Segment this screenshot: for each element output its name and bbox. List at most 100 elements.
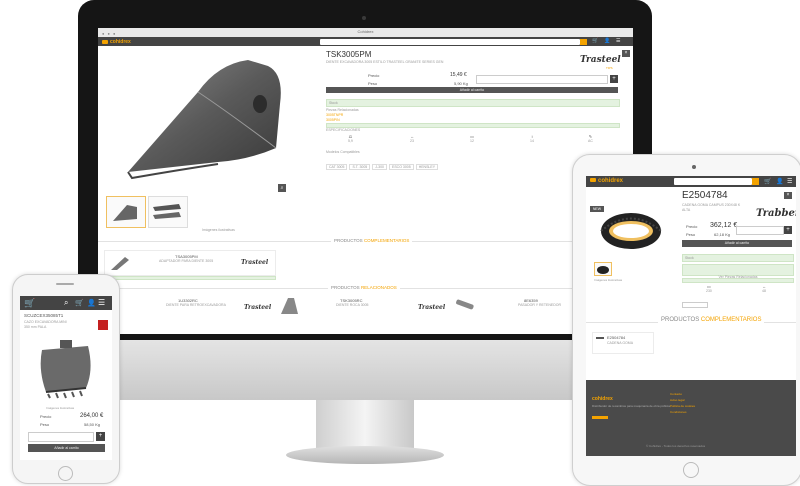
spec-value: 12: [470, 139, 474, 143]
thumbnail-tooth-icon: [113, 205, 137, 221]
thumbnail-teeth-icon: [153, 204, 181, 219]
complementary-card[interactable]: TSA3005PM ADAPTADOR PARA DIENTE 3005 Tra…: [104, 250, 276, 276]
tablet-add-quantity-button[interactable]: +: [784, 226, 792, 234]
thumbnail-2[interactable]: [148, 196, 188, 228]
cart-icon[interactable]: 🛒: [764, 178, 771, 185]
phone-image-caption: Imágenes ilustrativas: [46, 406, 75, 410]
cart-icon[interactable]: 🛒: [75, 299, 84, 307]
phone-home-button[interactable]: [58, 466, 73, 481]
tablet-header: cohidrex 🛒 👤 ☰: [586, 176, 796, 187]
tablet-brand-logo: Trabber: [756, 208, 796, 219]
compatible-label: Modelos Compatibles: [326, 150, 360, 154]
tablet-complementary-code: E2504784: [607, 335, 626, 340]
imac-chin: [78, 340, 652, 400]
footer-logo[interactable]: cohidrex: [592, 396, 613, 402]
brand-tag: TIPS: [606, 66, 613, 70]
menu-icon[interactable]: ☰: [787, 178, 792, 185]
tag[interactable]: S.T. 3005: [349, 164, 371, 170]
tablet-logo[interactable]: cohidrex: [590, 178, 623, 184]
tablet-search-input[interactable]: [674, 178, 752, 185]
footer-link[interactable]: Aviso legal: [670, 398, 684, 402]
tablet-complementary-desc: CADENA GOMA: [607, 341, 634, 345]
tag[interactable]: J-300: [372, 164, 387, 170]
user-icon[interactable]: 👤: [87, 299, 96, 307]
price-value: 15,49 €: [450, 72, 467, 78]
phone-add-to-cart-button[interactable]: Añadir al carrito: [28, 444, 105, 452]
related-brand: Trasteel: [418, 304, 446, 311]
spec-material: ✎ AC: [588, 134, 593, 143]
phone-quantity-input[interactable]: [28, 432, 94, 442]
brand-logo-trasteel: Trasteel: [580, 55, 621, 65]
tablet-weight-label: Peso: [686, 232, 696, 237]
spec-value: 230: [706, 289, 712, 293]
tablet-product-subtitle: CADENA GOMA CAMPUS 230X48 K: [682, 203, 741, 207]
tablet-stock-bar: Stock: [682, 254, 794, 262]
menu-icon[interactable]: ☰: [98, 298, 105, 307]
phone-price-label: Precio: [40, 414, 52, 419]
tablet-complementary-card[interactable]: E2504784 CADENA GOMA: [592, 332, 654, 354]
related-part-1[interactable]: 3005TNPR: [326, 113, 343, 117]
user-icon[interactable]: 👤: [604, 38, 610, 44]
footer-about: Distribuidor de recambios para maquinari…: [592, 404, 670, 408]
related-card-2[interactable]: TSK3005RC DIENTE ROCA 3005 Trasteel: [298, 296, 448, 320]
adapter-image: [111, 257, 129, 270]
quantity-input[interactable]: [476, 75, 608, 84]
tag[interactable]: CAT 3005: [326, 164, 348, 170]
tablet-product-subtitle-2: ALTA: [682, 208, 691, 212]
footer-accent-bar: [592, 416, 608, 419]
tablet-home-button[interactable]: [683, 462, 699, 478]
tablet-spec-width: ▭ 230: [706, 284, 712, 293]
spec-value: 23: [410, 139, 414, 143]
spec-value: 5,9: [348, 139, 353, 143]
add-quantity-button[interactable]: +: [610, 75, 618, 83]
search-button[interactable]: [580, 38, 587, 45]
phone-weight-value: 58,50 Kg: [84, 422, 101, 427]
related-card-1[interactable]: 1U3302RC DIENTE PARA RETROEXCAVADORA Tra…: [118, 296, 271, 320]
add-to-cart-button[interactable]: Añadir al carrito: [326, 87, 618, 93]
menu-icon[interactable]: ☰: [616, 38, 620, 44]
search-input[interactable]: [320, 38, 580, 45]
tablet-thumbnail[interactable]: [594, 262, 612, 276]
tablet-related-parts-button[interactable]: Ver Piezas Relacionadas: [682, 264, 794, 279]
site-logo[interactable]: cohidrex: [102, 39, 131, 45]
tag[interactable]: HENSLEY: [415, 164, 439, 170]
phone-logo-icon[interactable]: 🛒: [24, 298, 35, 309]
phone-product-subtitle: CAZO EXCAVADORA MINI: [24, 320, 67, 324]
imac-stand: [316, 400, 414, 452]
related-parts-label: Piezas Relacionadas: [326, 108, 359, 112]
phone-add-quantity-button[interactable]: +: [96, 432, 105, 441]
weight-label: Peso: [368, 81, 378, 86]
footer-link[interactable]: Contacto: [670, 392, 682, 396]
logo-text: cohidrex: [598, 178, 624, 184]
section-prefix: PRODUCTOS: [331, 285, 360, 290]
tablet-weight-value: 62,18 Kg: [714, 232, 731, 237]
footer-link[interactable]: Condiciones: [670, 410, 687, 414]
cart-icon[interactable]: 🛒: [592, 38, 598, 44]
related-desc: DIENTE ROCA 3005: [336, 303, 369, 307]
tablet-related-bar: [682, 278, 794, 283]
imac-camera: [362, 16, 366, 20]
search-icon[interactable]: ⌕: [64, 298, 68, 308]
close-icon[interactable]: ×: [784, 192, 792, 199]
tablet-add-to-cart-button[interactable]: Añadir al carrito: [682, 240, 792, 247]
close-icon[interactable]: ×: [622, 50, 630, 57]
tablet-tag-input[interactable]: [682, 302, 708, 308]
section-highlight: COMPLEMENTARIOS: [363, 238, 410, 243]
footer-link[interactable]: Política de cookies: [670, 404, 695, 408]
product-image-bucket: [40, 340, 91, 399]
track-mini-image: [596, 337, 604, 339]
tablet-search-button[interactable]: [752, 178, 759, 185]
tablet-spec-pitch: ↔ 48: [762, 284, 766, 293]
phone-header: 🛒 ⌕ 🛒 👤 ☰: [20, 296, 112, 310]
brand-logo-red-icon: [98, 320, 108, 330]
zoom-icon[interactable]: ⌕: [278, 184, 286, 192]
thumbnail-1[interactable]: [106, 196, 146, 228]
desktop-screen: ● ● ● Cohidrex cohidrex 🛒 👤 ☰ ⌕ Imágenes…: [98, 28, 633, 334]
tablet-quantity-input[interactable]: [736, 226, 784, 235]
user-icon[interactable]: 👤: [776, 178, 783, 185]
tablet-footer: cohidrex Distribuidor de recambios para …: [586, 380, 796, 456]
related-part-2[interactable]: 3005PIN: [326, 118, 340, 122]
section-prefix: PRODUCTOS: [661, 317, 700, 323]
tag[interactable]: ESCO 3005: [389, 164, 414, 170]
section-prefix: PRODUCTOS: [334, 238, 363, 243]
